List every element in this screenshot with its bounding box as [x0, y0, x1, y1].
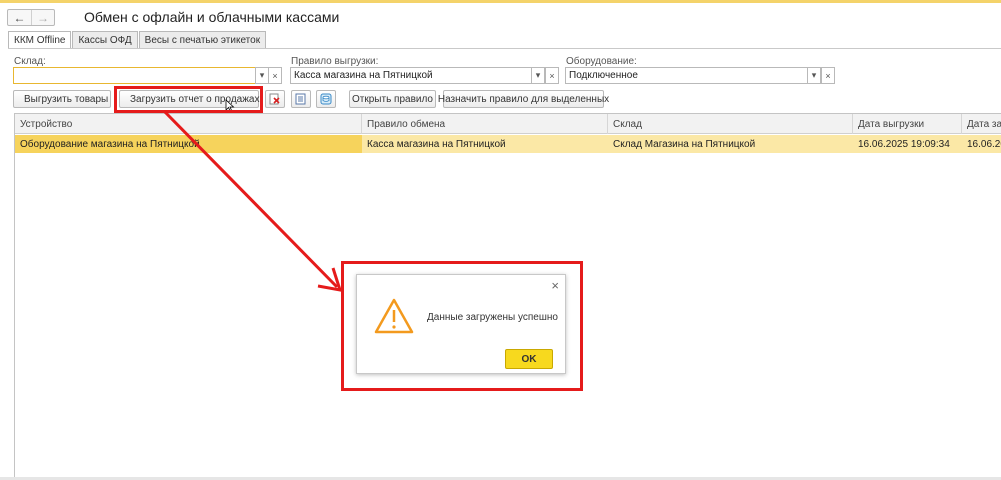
column-exchange-rule[interactable]: Правило обмена [362, 114, 608, 134]
ok-button[interactable]: OK [505, 349, 553, 369]
tab-divider [8, 48, 1001, 49]
edit-list-icon [295, 93, 306, 105]
column-device[interactable]: Устройство [15, 114, 362, 134]
delete-document-button[interactable] [265, 90, 285, 108]
warning-triangle-icon [374, 298, 414, 334]
delete-document-icon [269, 93, 280, 105]
rule-dropdown-icon[interactable]: ▾ [531, 67, 545, 84]
message-dialog: × Данные загружены успешно OK [356, 274, 566, 374]
warehouse-dropdown-icon[interactable]: ▾ [255, 67, 269, 84]
tab-kkm-offline[interactable]: ККМ Offline [8, 31, 72, 49]
cell-load-date[interactable]: 16.06.202 [962, 135, 1001, 153]
highlight-load-button-frame [114, 86, 263, 113]
rule-label: Правило выгрузки: [291, 56, 379, 67]
cell-warehouse[interactable]: Склад Магазина на Пятницкой [608, 135, 853, 153]
upload-goods-label: Выгрузить товары [24, 93, 109, 105]
upload-goods-button[interactable]: Выгрузить товары [13, 90, 111, 108]
dialog-message: Данные загружены успешно [427, 312, 558, 323]
cell-exchange-rule[interactable]: Касса магазина на Пятницкой [362, 135, 608, 153]
forward-arrow-icon[interactable]: → [31, 10, 54, 25]
database-settings-icon [320, 93, 332, 105]
column-load-date[interactable]: Дата загр [962, 114, 1001, 134]
top-accent-line [0, 0, 1001, 3]
app-window: ← → Обмен с офлайн и облачными кассами К… [0, 0, 1001, 480]
settings-button[interactable] [316, 90, 336, 108]
tab-label-scales[interactable]: Весы с печатью этикеток [138, 31, 267, 48]
warehouse-label: Склад: [14, 56, 46, 67]
column-upload-date[interactable]: Дата выгрузки [853, 114, 962, 134]
tab-ofd-cash-registers[interactable]: Кассы ОФД [72, 31, 138, 48]
table-row[interactable]: Оборудование магазина на Пятницкой Касса… [15, 135, 1001, 153]
equipment-clear-icon[interactable]: × [821, 67, 835, 84]
tab-bar: ККМ Offline Кассы ОФД Весы с печатью эти… [8, 31, 267, 49]
equipment-field[interactable]: Подключенное [565, 67, 808, 84]
back-arrow-icon[interactable]: ← [8, 10, 31, 25]
cell-device[interactable]: Оборудование магазина на Пятницкой [15, 135, 362, 153]
page-title: Обмен с офлайн и облачными кассами [84, 9, 340, 25]
nav-buttons: ← → [7, 9, 55, 26]
cell-upload-date[interactable]: 16.06.2025 19:09:34 [853, 135, 962, 153]
rule-field[interactable]: Касса магазина на Пятницкой [290, 67, 532, 84]
equipment-label: Оборудование: [566, 56, 637, 67]
column-warehouse[interactable]: Склад [608, 114, 853, 134]
equipment-dropdown-icon[interactable]: ▾ [807, 67, 821, 84]
warehouse-field[interactable] [13, 67, 256, 84]
close-icon[interactable]: × [551, 278, 559, 293]
edit-list-button[interactable] [291, 90, 311, 108]
warehouse-clear-icon[interactable]: × [268, 67, 282, 84]
open-rule-button[interactable]: Открыть правило [349, 90, 436, 108]
rule-clear-icon[interactable]: × [545, 67, 559, 84]
table-header: Устройство Правило обмена Склад Дата выг… [15, 114, 1001, 134]
assign-rule-button[interactable]: Назначить правило для выделенных [438, 90, 609, 108]
